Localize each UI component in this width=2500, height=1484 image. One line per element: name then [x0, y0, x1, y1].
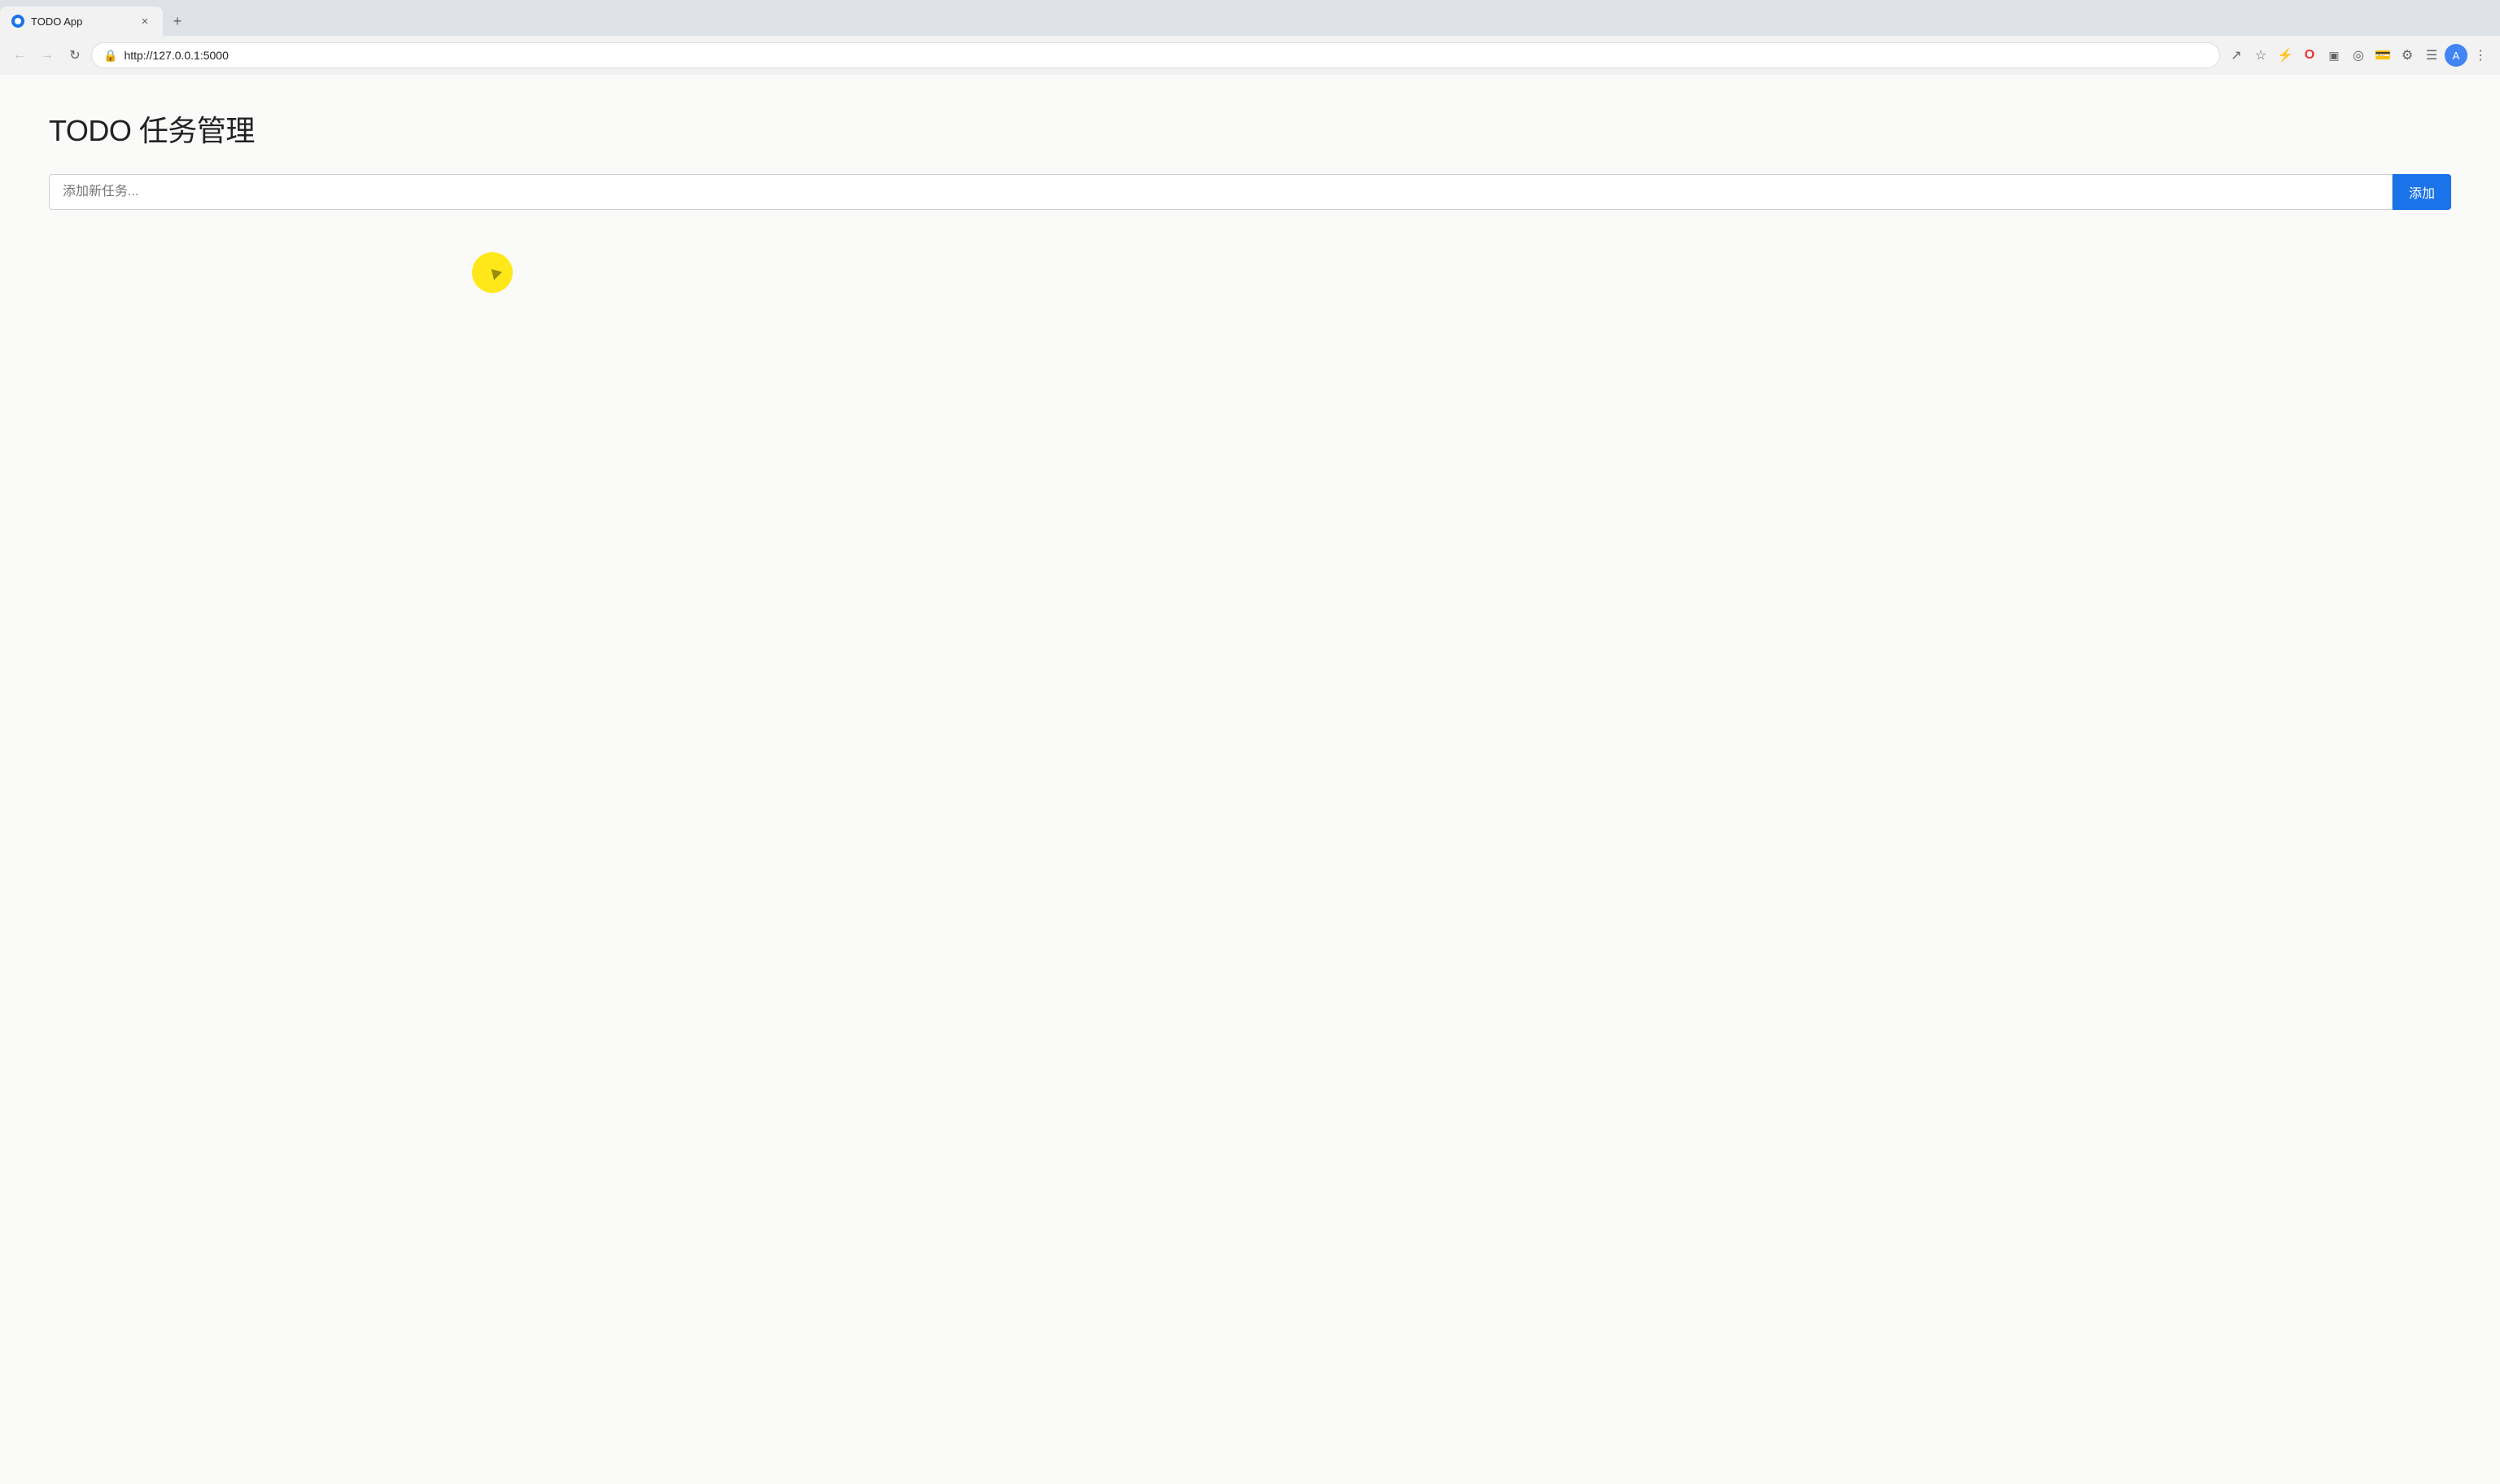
add-todo-row: 添加 — [49, 174, 2451, 210]
forward-button[interactable]: → — [36, 44, 59, 67]
add-button[interactable]: 添加 — [2393, 174, 2451, 210]
browser-toolbar: ← → ↻ 🔒 http://127.0.0.1:5000 ↗ ☆ ⚡ O ▣ … — [0, 36, 2500, 75]
wallet-icon[interactable]: 💳 — [2371, 44, 2394, 67]
tab-title: TODO App — [31, 15, 132, 28]
address-text: http://127.0.0.1:5000 — [124, 49, 2208, 62]
page-title: TODO 任务管理 — [49, 107, 2451, 150]
extensions2-icon[interactable]: ⚙ — [2396, 44, 2419, 67]
opera-icon[interactable]: O — [2298, 44, 2321, 67]
active-tab[interactable]: TODO App ✕ — [0, 7, 163, 36]
chrome-icon[interactable]: ▣ — [2323, 44, 2345, 67]
opera-icon2[interactable]: ◎ — [2347, 44, 2370, 67]
page-content: TODO 任务管理 添加 — [0, 75, 2500, 1484]
back-button[interactable]: ← — [8, 44, 31, 67]
refresh-button[interactable]: ↻ — [63, 44, 86, 67]
toolbar-actions: ↗ ☆ ⚡ O ▣ ◎ 💳 ⚙ ☰ A ⋮ — [2225, 44, 2492, 67]
menu-icon[interactable]: ⋮ — [2469, 44, 2492, 67]
new-tab-button[interactable]: + — [166, 10, 189, 33]
todo-input[interactable] — [49, 174, 2393, 210]
address-bar[interactable]: 🔒 http://127.0.0.1:5000 — [91, 42, 2220, 68]
share-icon[interactable]: ↗ — [2225, 44, 2248, 67]
sidebar-toggle[interactable]: ☰ — [2420, 44, 2443, 67]
browser-chrome: TODO App ✕ + ← → ↻ 🔒 http://127.0.0.1:50… — [0, 0, 2500, 75]
extensions-icon[interactable]: ⚡ — [2274, 44, 2297, 67]
forward-icon: → — [41, 48, 54, 63]
tab-close-button[interactable]: ✕ — [138, 15, 151, 28]
profile-icon[interactable]: A — [2445, 44, 2467, 67]
refresh-icon: ↻ — [69, 47, 80, 63]
bookmark-icon[interactable]: ☆ — [2249, 44, 2272, 67]
back-icon: ← — [13, 48, 26, 63]
tab-favicon — [11, 15, 24, 28]
lock-icon: 🔒 — [103, 49, 117, 63]
tab-bar: TODO App ✕ + — [0, 0, 2500, 36]
